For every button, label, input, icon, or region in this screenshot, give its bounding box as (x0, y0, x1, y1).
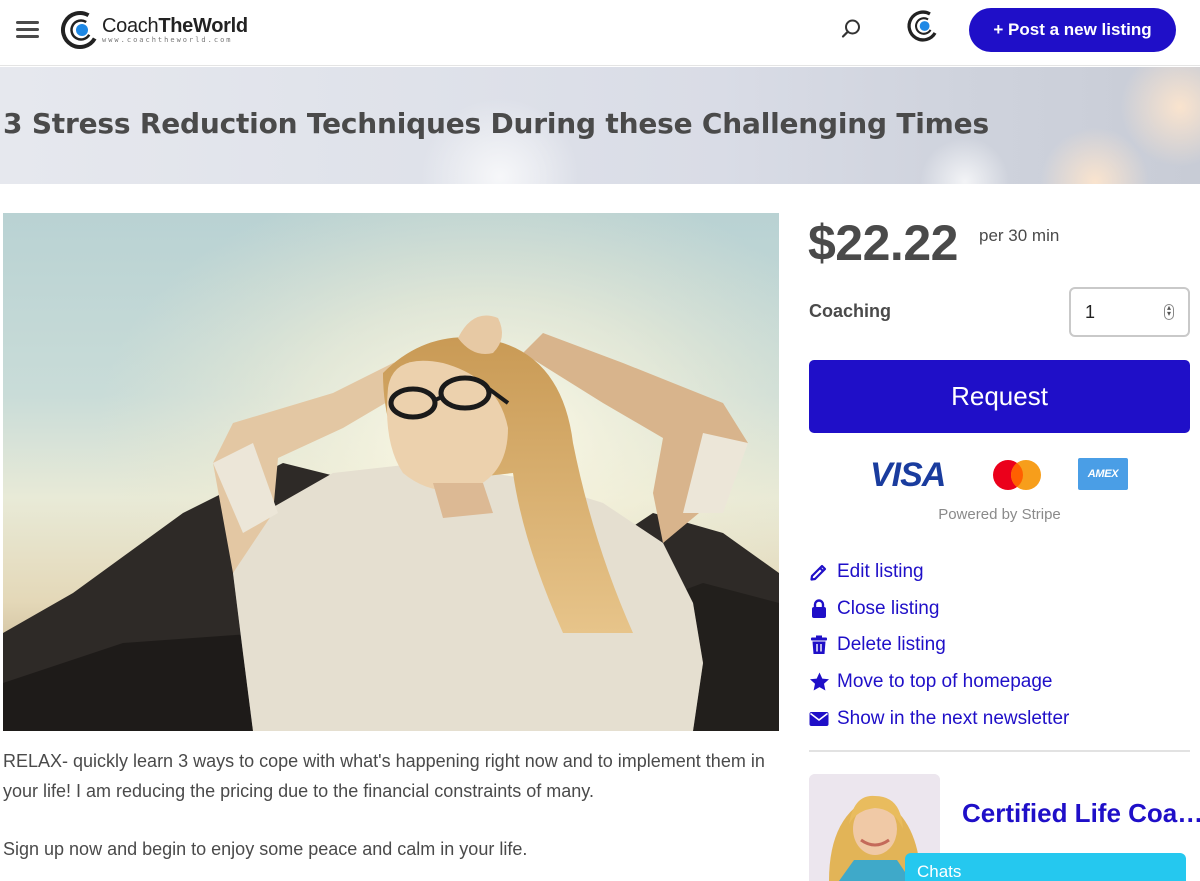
section-divider (809, 750, 1190, 752)
menu-icon[interactable] (16, 18, 40, 42)
logo-name-regular: Coach (102, 15, 159, 37)
amex-logo: AMEX (1078, 458, 1128, 490)
quantity-stepper[interactable]: 1 ▴ ▾ (1069, 287, 1190, 337)
trash-icon (808, 634, 830, 656)
newsletter-link[interactable]: Show in the next newsletter (808, 700, 1190, 737)
description-paragraph: Sign up now and begin to enjoy some peac… (3, 839, 528, 859)
listing-title: 3 Stress Reduction Techniques During the… (3, 107, 989, 140)
logo-name-bold: TheWorld (158, 15, 248, 37)
action-label: Show in the next newsletter (837, 707, 1070, 729)
hero-bokeh (920, 137, 1010, 184)
move-to-top-link[interactable]: Move to top of homepage (808, 664, 1190, 701)
action-label: Delete listing (837, 634, 946, 656)
close-listing-link[interactable]: Close listing (808, 591, 1190, 628)
powered-by-stripe: Powered by Stripe (938, 506, 1061, 523)
request-button[interactable]: Request (809, 360, 1190, 433)
chats-panel-tab[interactable]: Chats (905, 853, 1186, 881)
payment-cards: VISA AMEX (870, 455, 1130, 494)
pencil-icon (808, 561, 830, 583)
logo-mark-icon (61, 11, 99, 49)
site-logo[interactable]: CoachTheWorld www.coachtheworld.com (60, 8, 248, 52)
envelope-icon (808, 708, 830, 730)
action-label: Move to top of homepage (837, 671, 1053, 693)
delete-listing-link[interactable]: Delete listing (808, 627, 1190, 664)
logo-text: CoachTheWorld www.coachtheworld.com (102, 15, 248, 44)
quantity-value: 1 (1085, 301, 1096, 322)
logo-url: www.coachtheworld.com (102, 36, 233, 44)
visa-logo: VISA (870, 456, 946, 494)
search-icon[interactable] (838, 16, 864, 42)
listing-image[interactable] (3, 213, 779, 731)
quantity-label: Coaching (809, 301, 892, 321)
listing-hero-banner: 3 Stress Reduction Techniques During the… (0, 67, 1200, 184)
listing-price: $22.22 (808, 215, 958, 271)
mastercard-logo (993, 460, 1041, 490)
action-label: Close listing (837, 597, 940, 619)
star-icon (808, 671, 830, 693)
price-unit: per 30 min (979, 226, 1060, 245)
user-avatar[interactable] (906, 8, 940, 44)
description-paragraph: RELAX- quickly learn 3 ways to cope with… (3, 751, 765, 801)
action-label: Edit listing (837, 561, 924, 583)
listing-description: RELAX- quickly learn 3 ways to cope with… (3, 746, 793, 864)
listing-actions: Edit listing Close listing Delete listin… (808, 554, 1190, 737)
author-name[interactable]: Certified Life Coa… (962, 798, 1200, 829)
lock-icon (808, 598, 830, 620)
edit-listing-link[interactable]: Edit listing (808, 554, 1190, 591)
post-new-listing-button[interactable]: + Post a new listing (969, 8, 1176, 52)
top-navigation-bar: CoachTheWorld www.coachtheworld.com + Po… (0, 0, 1200, 66)
stepper-arrows-icon[interactable]: ▴ ▾ (1164, 304, 1174, 320)
